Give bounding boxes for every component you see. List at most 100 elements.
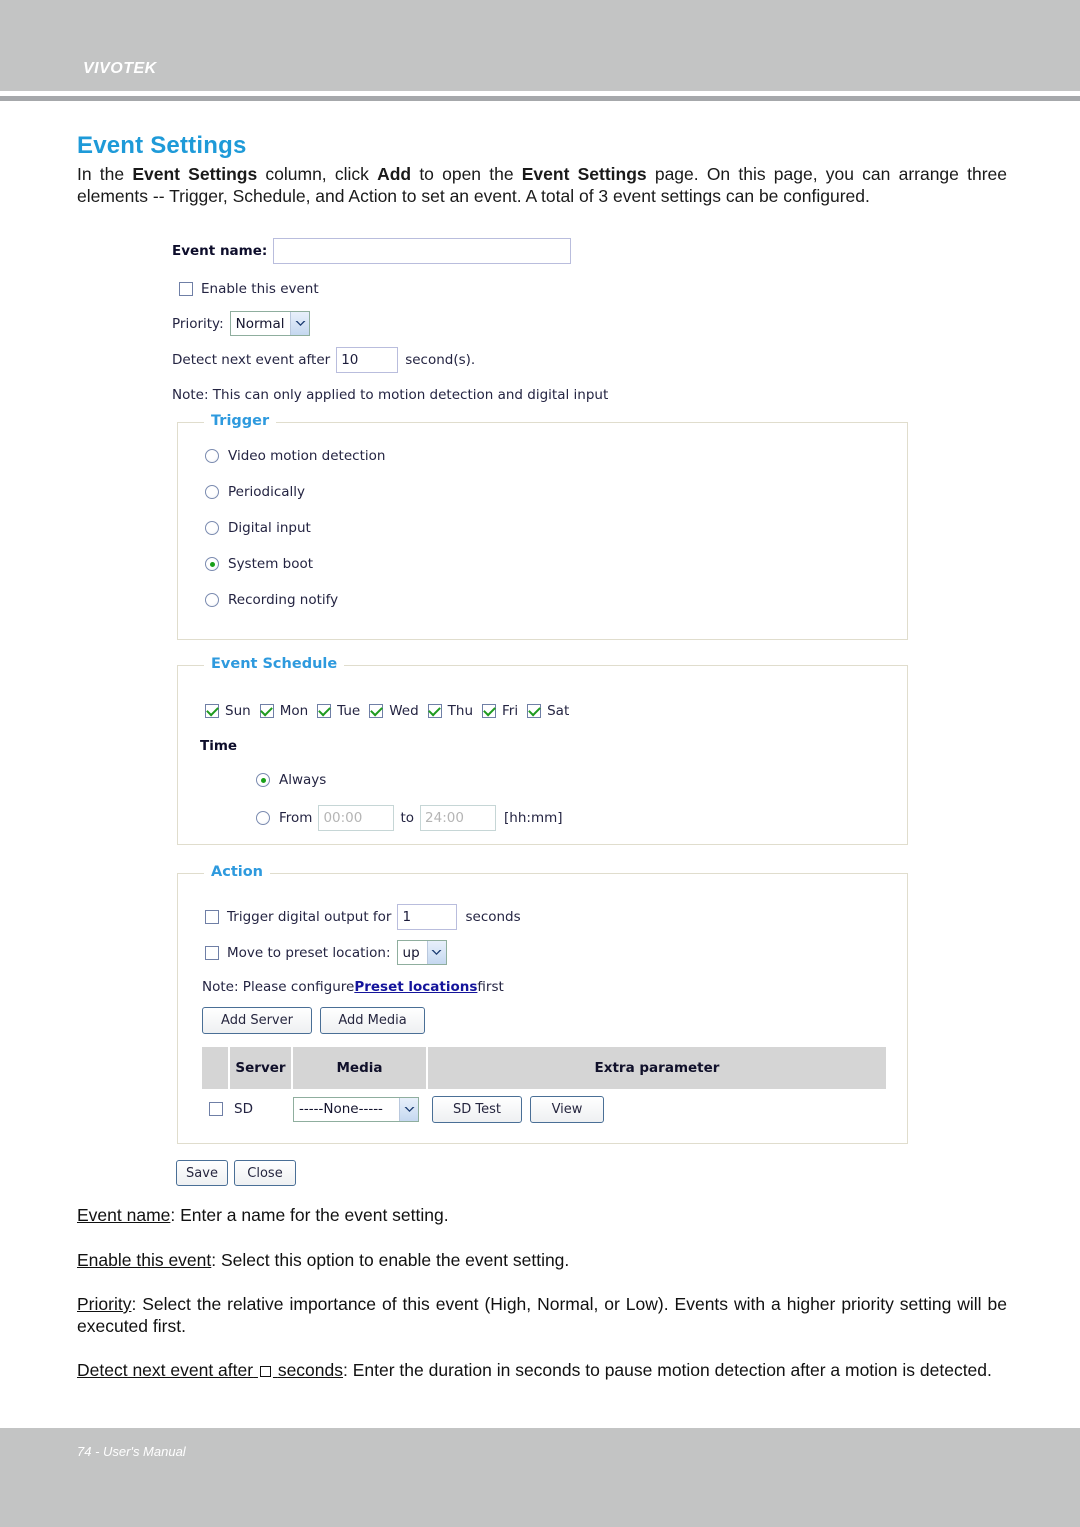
event-settings-form: Event name: Enable this event Priority: …	[0, 232, 1080, 1197]
table-cell-checkbox	[202, 1102, 230, 1116]
time-label-row: Time	[200, 738, 237, 754]
radio-recording-notify[interactable]	[205, 593, 219, 607]
time-from-input[interactable]	[318, 805, 395, 831]
note-term: Enable this event	[77, 1249, 212, 1270]
action-fieldset: Action Trigger digital output for second…	[177, 864, 908, 1144]
checkbox-fri[interactable]	[482, 704, 497, 718]
note-priority: Priority: Select the relative importance…	[77, 1294, 1007, 1337]
preset-note-after: first	[477, 979, 504, 995]
media-select[interactable]: -----None-----	[293, 1096, 419, 1122]
detect-next-label-after: second(s).	[405, 352, 476, 368]
preset-location-value: up	[402, 944, 420, 961]
priority-row: Priority: Normal	[172, 311, 310, 336]
checkbox-trigger-digital-output[interactable]	[205, 910, 219, 924]
footer-page-label: 74 - User's Manual	[77, 1444, 186, 1459]
checkbox-thu[interactable]	[427, 704, 442, 718]
detect-next-label-before: Detect next event after	[172, 352, 331, 368]
table-header-extra-parameter: Extra parameter	[428, 1047, 886, 1089]
enable-event-label: Enable this event	[201, 281, 319, 297]
preset-note-row: Note: Please configure Preset locations …	[202, 979, 504, 995]
note-term-a: Detect next event after	[77, 1360, 254, 1380]
preset-location-select[interactable]: up	[396, 940, 447, 965]
day-label-sat: Sat	[547, 703, 570, 719]
time-to-input[interactable]	[420, 805, 497, 831]
table-header-server: Server	[230, 1047, 293, 1089]
to-label: to	[400, 810, 415, 826]
schedule-always-row[interactable]: Always	[256, 772, 326, 788]
trigger-option-digital-input[interactable]: Digital input	[205, 520, 311, 536]
form-footer-buttons: Save Close	[176, 1160, 296, 1186]
checkbox-wed[interactable]	[369, 704, 384, 718]
note-term: Priority	[77, 1294, 132, 1314]
detect-next-note: Note: This can only applied to motion de…	[172, 387, 608, 403]
radio-system-boot[interactable]	[205, 557, 219, 571]
schedule-from-row[interactable]: From to [hh:mm]	[256, 805, 563, 831]
note-detect-next-event: Detect next event after seconds: Enter t…	[77, 1360, 1007, 1382]
checkbox-move-to-preset[interactable]	[205, 945, 219, 960]
checkbox-mon[interactable]	[259, 704, 274, 718]
day-label-thu: Thu	[447, 703, 474, 719]
save-button[interactable]: Save	[176, 1160, 228, 1186]
trigger-option-video-motion-detection[interactable]: Video motion detection	[205, 448, 385, 464]
enable-event-row[interactable]: Enable this event	[179, 281, 319, 297]
page-footer-band	[0, 1428, 1080, 1527]
trigger-fieldset: Trigger Video motion detection Periodica…	[177, 413, 908, 640]
checkbox-sd-row[interactable]	[209, 1102, 223, 1116]
note-body: : Enter the duration in seconds to pause…	[343, 1360, 992, 1380]
trigger-option-periodically[interactable]: Periodically	[205, 484, 305, 500]
note-body: : Select the relative importance of this…	[77, 1294, 1007, 1336]
day-label-mon: Mon	[279, 703, 309, 719]
trigger-option-system-boot[interactable]: System boot	[205, 556, 313, 572]
note-enable-this-event: Enable this event: Select this option to…	[77, 1250, 1007, 1272]
event-schedule-legend: Event Schedule	[204, 656, 345, 672]
always-label: Always	[279, 772, 327, 788]
trigger-option-label: Digital input	[228, 520, 311, 536]
preset-locations-link[interactable]: Preset locations	[354, 979, 477, 995]
time-label: Time	[200, 738, 238, 754]
table-header-checkbox-col	[202, 1047, 230, 1089]
preset-note-before: Note: Please configure	[202, 979, 355, 995]
event-name-input[interactable]	[273, 238, 572, 264]
sd-test-button[interactable]: SD Test	[432, 1095, 522, 1123]
priority-select[interactable]: Normal	[229, 311, 310, 336]
server-name-sd: SD	[234, 1101, 253, 1117]
trigger-option-recording-notify[interactable]: Recording notify	[205, 592, 338, 608]
trigger-digital-output-input[interactable]	[397, 904, 458, 930]
detect-next-input[interactable]	[336, 347, 399, 373]
close-button[interactable]: Close	[234, 1160, 296, 1186]
move-to-preset-row: Move to preset location: up	[205, 940, 447, 965]
detect-next-note-text: Note: This can only applied to motion de…	[172, 387, 609, 403]
radio-video-motion-detection[interactable]	[205, 449, 219, 463]
action-legend: Action	[204, 864, 271, 880]
checkbox-sat[interactable]	[527, 704, 542, 718]
add-server-button[interactable]: Add Server	[202, 1007, 312, 1034]
table-cell-server: SD	[230, 1101, 293, 1117]
trigger-digital-output-label-after: seconds	[465, 909, 521, 925]
chevron-down-icon	[426, 941, 446, 964]
intro-paragraph: In the Event Settings column, click Add …	[77, 164, 1007, 206]
page-title: Event Settings	[77, 132, 247, 159]
media-select-value: -----None-----	[299, 1101, 383, 1117]
note-body: : Enter a name for the event setting.	[170, 1205, 449, 1225]
add-media-button[interactable]: Add Media	[320, 1007, 425, 1034]
enable-event-checkbox[interactable]	[179, 282, 193, 296]
checkbox-sun[interactable]	[205, 704, 219, 718]
time-format-hint: [hh:mm]	[504, 810, 563, 826]
note-body: : Select this option to enable the event…	[211, 1249, 570, 1270]
move-to-preset-label: Move to preset location:	[227, 944, 391, 961]
radio-periodically[interactable]	[205, 485, 219, 499]
day-label-fri: Fri	[502, 703, 519, 719]
table-header-media: Media	[293, 1047, 428, 1089]
view-button[interactable]: View	[530, 1095, 604, 1123]
note-term-b: seconds	[277, 1360, 344, 1380]
radio-from[interactable]	[256, 811, 270, 825]
from-label: From	[279, 810, 313, 826]
radio-always[interactable]	[256, 773, 270, 787]
detect-next-event-row: Detect next event after second(s).	[172, 347, 475, 373]
chevron-down-icon	[290, 312, 309, 335]
checkbox-tue[interactable]	[317, 704, 332, 718]
radio-digital-input[interactable]	[205, 521, 219, 535]
day-label-wed: Wed	[389, 703, 419, 719]
note-term: Event name	[77, 1205, 171, 1225]
trigger-option-label: Periodically	[228, 484, 306, 500]
